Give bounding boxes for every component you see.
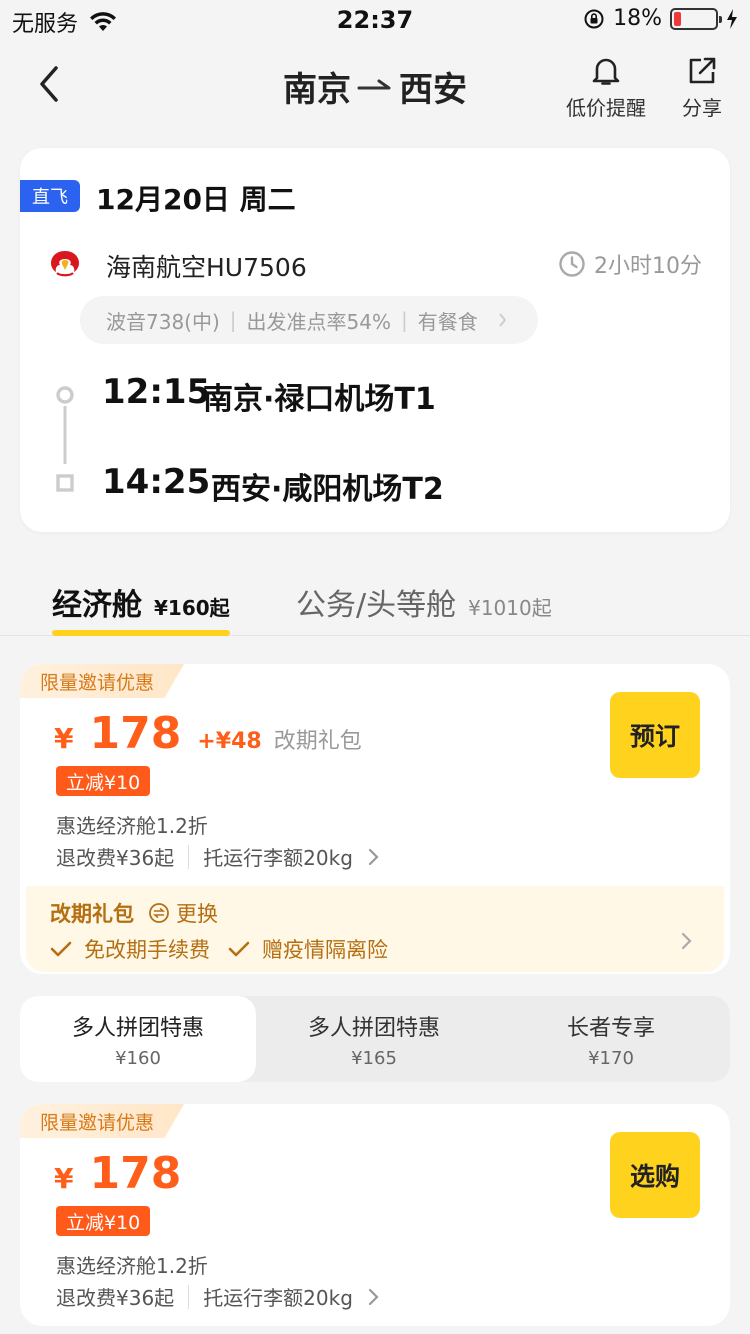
currency-symbol: ¥ [54, 1162, 74, 1195]
route-timeline [56, 386, 74, 492]
fare-name: 惠选经济舱1.2折 [56, 1254, 208, 1278]
ontime-rate: 出发准点率54% [246, 309, 391, 334]
status-right: 18% [583, 6, 738, 31]
refund-fee: 退改费¥36起 [56, 846, 175, 870]
cabin-tabs: 经济舱 ¥160起 公务/头等舱 ¥1010起 [0, 560, 750, 636]
departure-airport: 南京·禄口机场T1 [203, 382, 436, 417]
route-to: 西安 [399, 70, 467, 110]
chevron-right-icon [681, 932, 692, 950]
route-arrow-icon [357, 79, 391, 89]
offer-price: 178 [89, 708, 182, 759]
offer-price: 178 [89, 1148, 182, 1199]
aircraft-type: 波音738(中) [106, 309, 220, 334]
flight-duration: 2小时10分 [558, 248, 702, 280]
check-icon [50, 941, 72, 957]
price-row: ¥ 178 [54, 1148, 181, 1199]
gift-item-label: 免改期手续费 [84, 938, 210, 962]
gift-title-row: 改期礼包 更换 [50, 898, 218, 928]
book-button[interactable]: 预订 [610, 692, 700, 778]
share-button[interactable]: 分享 [682, 54, 722, 121]
group-tab-label: 多人拼团特惠 [307, 1015, 440, 1041]
select-button[interactable]: 选购 [610, 1132, 700, 1218]
group-tab-label: 多人拼团特惠 [71, 1015, 204, 1041]
route-from: 南京 [283, 70, 351, 110]
baggage-allowance: 托运行李额20kg [203, 846, 353, 870]
tab-economy-label: 经济舱 [52, 588, 142, 623]
arrival-time: 14:25 [102, 462, 211, 502]
tab-group-deal-1[interactable]: 多人拼团特惠 ¥160 [20, 996, 256, 1082]
arrival-airport: 西安·咸阳机场T2 [211, 472, 444, 507]
fare-rules-link[interactable]: 退改费¥36起 托运行李额20kg [56, 1282, 381, 1311]
gift-title: 改期礼包 [50, 902, 134, 926]
group-tab-price: ¥160 [115, 1047, 161, 1069]
gift-change-button[interactable]: 更换 [148, 898, 218, 928]
baggage-allowance: 托运行李额20kg [203, 1286, 353, 1310]
gift-item-label: 赠疫情隔离险 [262, 938, 388, 962]
bell-icon [592, 58, 620, 85]
flight-date: 12月20日 周二 [96, 183, 296, 216]
clock-icon [559, 251, 585, 277]
rule-divider [188, 844, 190, 869]
offer-badge: 限量邀请优惠 [20, 1104, 185, 1138]
share-icon [689, 57, 716, 84]
tab-business-first[interactable]: 公务/头等舱 ¥1010起 [296, 580, 552, 624]
direct-flight-badge: 直飞 [20, 180, 80, 212]
addon-price: +¥48 [197, 729, 262, 754]
price-alert-label: 低价提醒 [566, 96, 646, 120]
gift-item: 免改期手续费 [50, 934, 210, 964]
tab-economy-price: ¥160起 [154, 596, 230, 620]
gift-items: 免改期手续费 赠疫情隔离险 [50, 934, 388, 964]
duration-text: 2小时10分 [594, 254, 702, 279]
tab-economy[interactable]: 经济舱 ¥160起 [52, 580, 230, 624]
discount-badge: 立减¥10 [56, 766, 151, 796]
status-bar: 无服务 22:37 18% [0, 0, 750, 40]
fare-name: 惠选经济舱1.2折 [56, 814, 208, 838]
battery-percent: 18% [613, 6, 662, 31]
pill-divider: | [400, 308, 408, 332]
battery-icon [670, 7, 722, 30]
currency-symbol: ¥ [54, 722, 74, 755]
orientation-lock-icon [584, 9, 604, 28]
offer-card[interactable]: 限量邀请优惠 ¥ 178 立减¥10 惠选经济舱1.2折 退改费¥36起 托运行… [20, 1104, 730, 1326]
active-tab-indicator [52, 630, 230, 636]
share-label: 分享 [682, 96, 722, 120]
swap-icon [149, 903, 169, 923]
addon-description: 改期礼包 [273, 729, 362, 754]
gift-item: 赠疫情隔离险 [228, 934, 388, 964]
rule-divider [188, 1284, 190, 1309]
group-tab-price: ¥170 [588, 1047, 634, 1069]
group-tab-price: ¥165 [351, 1047, 397, 1069]
refund-fee: 退改费¥36起 [56, 1286, 175, 1310]
flight-card[interactable]: 直飞 12月20日 周二 海南航空HU7506 2小时10分 波音738(中) … [20, 148, 730, 532]
tab-business-label: 公务/头等舱 [296, 588, 457, 623]
double-chevron-right-icon [490, 313, 507, 327]
chevron-right-icon [368, 848, 379, 865]
fare-type-tabs: 多人拼团特惠 ¥160 多人拼团特惠 ¥165 长者专享 ¥170 [20, 996, 730, 1082]
group-tab-label: 长者专享 [566, 1015, 655, 1041]
charging-icon [727, 8, 737, 29]
fare-rules-link[interactable]: 退改费¥36起 托运行李额20kg [56, 842, 381, 871]
tab-group-deal-2[interactable]: 多人拼团特惠 ¥165 [256, 996, 492, 1082]
battery-fill [674, 11, 681, 26]
pill-divider: | [229, 308, 237, 332]
airline-logo-icon [51, 251, 79, 277]
flight-info-pill[interactable]: 波音738(中) | 出发准点率54% | 有餐食 [80, 296, 538, 344]
tab-business-price: ¥1010起 [468, 596, 552, 620]
gift-change-label: 更换 [176, 902, 218, 926]
meal-info: 有餐食 [417, 309, 478, 334]
offer-card[interactable]: 限量邀请优惠 ¥ 178 +¥48 改期礼包 立减¥10 惠选经济舱1.2折 退… [20, 664, 730, 974]
discount-badge: 立减¥10 [56, 1206, 151, 1236]
price-row: ¥ 178 +¥48 改期礼包 [54, 708, 362, 759]
chevron-right-icon [368, 1288, 379, 1305]
departure-time: 12:15 [102, 372, 211, 412]
check-icon [228, 941, 250, 957]
offer-badge: 限量邀请优惠 [20, 664, 185, 698]
gift-package[interactable]: 改期礼包 更换 免改期手续费 赠疫情隔离险 [26, 886, 724, 972]
tab-senior[interactable]: 长者专享 ¥170 [492, 996, 730, 1082]
price-alert-button[interactable]: 低价提醒 [566, 54, 646, 121]
airline-flight-number: 海南航空HU7506 [106, 253, 307, 282]
